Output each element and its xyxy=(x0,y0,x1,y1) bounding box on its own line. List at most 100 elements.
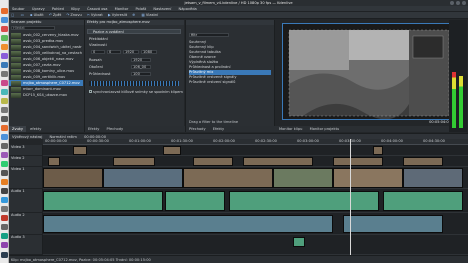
new-button[interactable]: ▢ xyxy=(9,12,17,19)
track-header-audio-1[interactable]: Audio 1 xyxy=(9,189,43,213)
track-video-3[interactable] xyxy=(43,145,468,156)
tool-select-dropdown[interactable]: Výběrový nástroj xyxy=(9,134,45,140)
close-icon[interactable] xyxy=(462,1,466,5)
tab-project-monitor[interactable]: Monitor projektu xyxy=(307,126,343,132)
position-y-field[interactable]: 0 xyxy=(107,50,121,54)
audio-clip[interactable] xyxy=(165,191,225,211)
video-clip[interactable] xyxy=(103,168,183,188)
audio-clip[interactable] xyxy=(293,237,305,247)
redo-button[interactable]: ↷Znovu xyxy=(64,12,83,19)
tab-effects-list[interactable]: Efekty xyxy=(210,126,227,132)
minimize-icon[interactable] xyxy=(450,1,454,5)
layout-button[interactable]: ▦Vlastní xyxy=(140,12,161,19)
track-video-2[interactable] xyxy=(43,156,468,167)
video-clip[interactable] xyxy=(333,157,383,166)
app-icon[interactable] xyxy=(1,98,8,104)
app-menu-icon[interactable] xyxy=(1,252,8,258)
zoom-button[interactable]: ⊕ xyxy=(130,12,138,19)
timeline-playhead[interactable] xyxy=(350,139,351,255)
app-icon[interactable] xyxy=(1,125,8,131)
app-icon[interactable] xyxy=(1,116,8,122)
track-video-1[interactable] xyxy=(43,167,468,189)
video-clip[interactable] xyxy=(73,146,87,155)
audio-clip[interactable] xyxy=(43,215,333,233)
position-x-field[interactable]: 0 xyxy=(91,50,105,54)
audio-clip[interactable] xyxy=(229,191,379,211)
kdenlive-icon[interactable] xyxy=(1,62,8,68)
video-clip[interactable] xyxy=(333,168,403,188)
app-icon[interactable] xyxy=(1,170,8,176)
track-header-video-2[interactable]: Video 2 xyxy=(9,156,43,167)
undo-button[interactable]: ↶Zpět xyxy=(47,12,63,19)
tab-effects[interactable]: efekty xyxy=(27,126,44,132)
video-clip[interactable] xyxy=(193,157,233,166)
track-header-audio-3[interactable]: Audio 3 xyxy=(9,235,43,255)
width-field[interactable]: 1920 xyxy=(123,50,139,54)
keyframe-bar[interactable] xyxy=(89,81,179,86)
rotation-field[interactable]: 106_00 xyxy=(131,65,151,69)
track-header-audio-2[interactable]: Audio 2 xyxy=(9,213,43,235)
video-clip[interactable] xyxy=(403,157,443,166)
sync-keyframes-checkbox[interactable]: synchronizovat klíčové snímky se spodním… xyxy=(89,90,183,94)
app-icon[interactable] xyxy=(1,143,8,149)
save-button[interactable]: ▪Uložit xyxy=(28,12,46,19)
video-clip[interactable] xyxy=(183,168,273,188)
video-clip[interactable] xyxy=(403,168,463,188)
app-icon[interactable] xyxy=(1,35,8,41)
track-audio-2[interactable] xyxy=(43,213,468,235)
tab-transitions[interactable]: Přechody xyxy=(104,126,127,132)
size-field[interactable]: 1920 xyxy=(131,58,151,62)
height-field[interactable]: 1080 xyxy=(141,50,157,54)
list-item[interactable]: DCP15_KS4_ukazce.mov xyxy=(9,92,83,98)
audio-clip[interactable] xyxy=(383,191,463,211)
list-item[interactable]: Průsvitné vrstvení signálů xyxy=(189,80,235,85)
app-icon[interactable] xyxy=(1,161,8,167)
compositions-search-input[interactable]: filtr xyxy=(189,33,229,37)
app-icon[interactable] xyxy=(1,242,8,248)
vlc-icon[interactable] xyxy=(1,44,8,50)
terminal-icon[interactable] xyxy=(1,71,8,77)
bin-search-input[interactable]: Hledat xyxy=(11,26,55,30)
audio-clip[interactable] xyxy=(343,215,443,233)
video-clip[interactable] xyxy=(373,146,383,155)
tab-compositions[interactable]: Přechody xyxy=(186,126,209,132)
open-button[interactable]: ▭ xyxy=(19,12,27,19)
app-icon[interactable] xyxy=(1,89,8,95)
track-audio-3[interactable] xyxy=(43,235,468,255)
audio-clip[interactable] xyxy=(43,191,163,211)
effect-header[interactable]: Pozice a vzdálení xyxy=(87,29,181,34)
app-icon[interactable] xyxy=(1,179,8,185)
app-icon[interactable] xyxy=(1,26,8,32)
opacity-field[interactable]: 100 xyxy=(131,72,151,76)
app-icon[interactable] xyxy=(1,80,8,86)
track-header-video-3[interactable]: Video 3 xyxy=(9,145,43,156)
track-header-video-1[interactable]: Video 1 xyxy=(9,167,43,189)
select-button[interactable]: ✂Vybrat xyxy=(85,12,105,19)
app-icon[interactable] xyxy=(1,188,8,194)
tab-bin[interactable]: Zvuky xyxy=(9,126,26,132)
app-icon[interactable] xyxy=(1,224,8,230)
render-button[interactable]: ▶Vykreslit xyxy=(106,12,129,19)
video-clip[interactable] xyxy=(113,157,155,166)
app-icon[interactable] xyxy=(1,53,8,59)
video-clip[interactable] xyxy=(243,157,313,166)
app-icon[interactable] xyxy=(1,215,8,221)
video-clip[interactable] xyxy=(163,146,181,155)
app-icon[interactable] xyxy=(1,107,8,113)
app-icon[interactable] xyxy=(1,233,8,239)
files-icon[interactable] xyxy=(1,17,8,23)
monitor-timecode[interactable]: 00:05:04:05 xyxy=(429,120,451,125)
video-clip[interactable] xyxy=(43,168,103,188)
app-icon[interactable] xyxy=(1,152,8,158)
maximize-icon[interactable] xyxy=(456,1,460,5)
monitor-video-frame[interactable] xyxy=(282,23,454,120)
tab-effects-stack[interactable]: Efekty xyxy=(85,126,102,132)
app-icon[interactable] xyxy=(1,134,8,140)
firefox-icon[interactable] xyxy=(1,8,8,14)
video-clip[interactable] xyxy=(48,157,60,166)
video-clip[interactable] xyxy=(273,168,333,188)
app-icon[interactable] xyxy=(1,206,8,212)
track-audio-1[interactable] xyxy=(43,189,468,213)
app-icon[interactable] xyxy=(1,197,8,203)
tab-clip-monitor[interactable]: Monitor klipu xyxy=(276,126,305,132)
